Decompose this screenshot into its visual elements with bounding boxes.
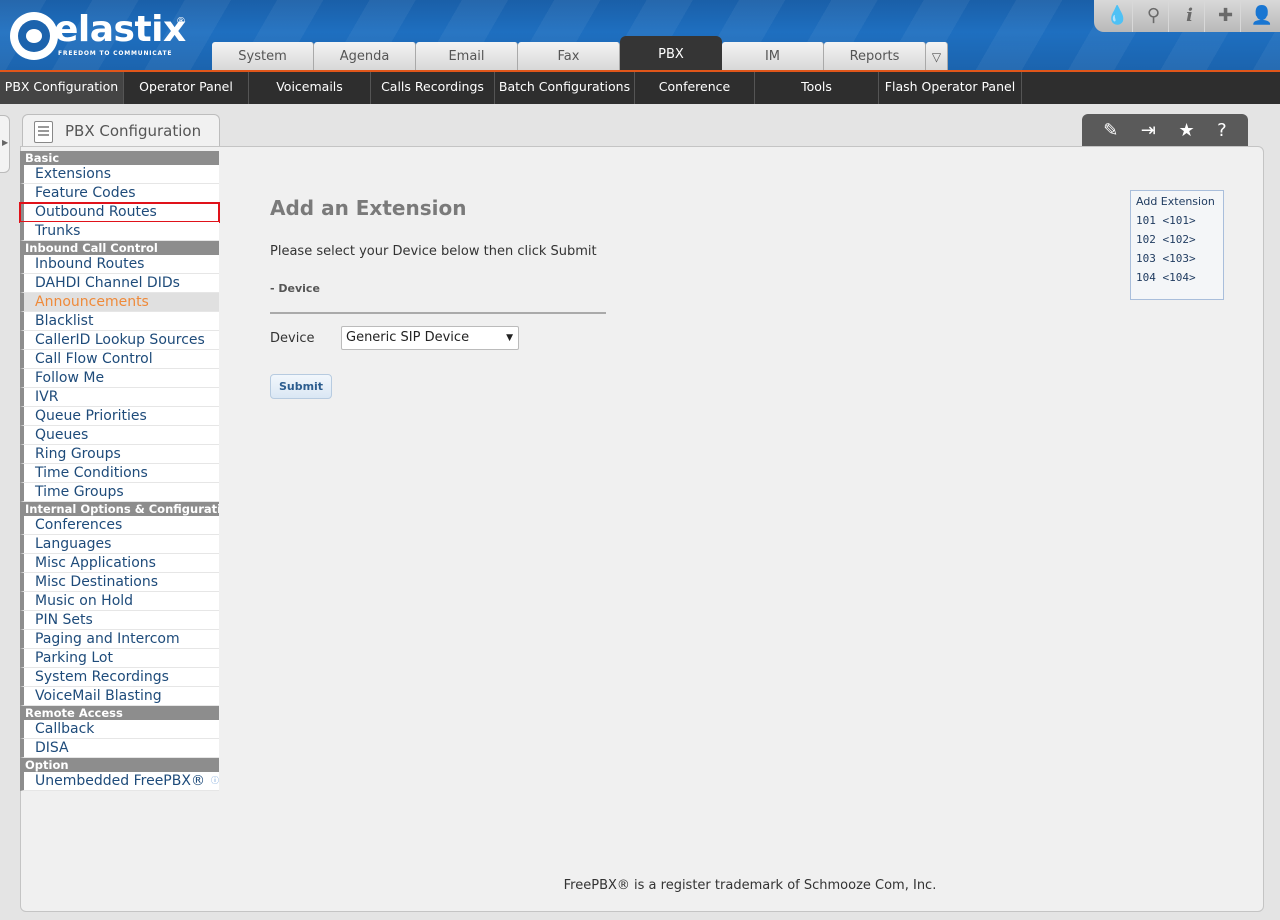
extension-link[interactable]: 102 <102> bbox=[1136, 233, 1218, 246]
sidebar-item-feature-codes[interactable]: Feature Codes bbox=[20, 184, 219, 203]
sub-navigation: PBX Configuration Operator Panel Voicema… bbox=[0, 70, 1280, 104]
subnav-calls-recordings[interactable]: Calls Recordings bbox=[371, 72, 495, 104]
subnav-batch-configurations[interactable]: Batch Configurations bbox=[495, 72, 635, 104]
sidebar-section-basic: Basic bbox=[20, 151, 219, 165]
module-title: PBX Configuration bbox=[65, 122, 202, 140]
sidebar-item-callerid-lookup[interactable]: CallerID Lookup Sources bbox=[20, 331, 219, 350]
tab-reports[interactable]: Reports bbox=[824, 42, 926, 72]
sidebar-item-music-on-hold[interactable]: Music on Hold bbox=[20, 592, 219, 611]
sidebar-section-inbound: Inbound Call Control bbox=[20, 241, 219, 255]
main-tabs: System Agenda Email Fax PBX IM Reports ▽ bbox=[212, 36, 948, 72]
sidebar-item-blacklist[interactable]: Blacklist bbox=[20, 312, 219, 331]
sidebar-item-extensions[interactable]: Extensions bbox=[20, 165, 219, 184]
help-icon[interactable]: ? bbox=[1217, 120, 1227, 141]
device-select-value: Generic SIP Device bbox=[346, 330, 470, 345]
module-tab: PBX Configuration bbox=[22, 114, 220, 148]
sidebar-item-parking-lot[interactable]: Parking Lot bbox=[20, 649, 219, 668]
sidebar-section-remote-access: Remote Access bbox=[20, 706, 219, 720]
puzzle-icon[interactable]: ✚ bbox=[1211, 0, 1241, 32]
tab-agenda[interactable]: Agenda bbox=[314, 42, 416, 72]
sidebar-item-misc-applications[interactable]: Misc Applications bbox=[20, 554, 219, 573]
info-icon: ⓘ bbox=[211, 776, 219, 785]
sidebar-item-announcements[interactable]: Announcements bbox=[20, 293, 219, 312]
sidebar-item-queue-priorities[interactable]: Queue Priorities bbox=[20, 407, 219, 426]
extension-list-box: Add Extension 101 <101> 102 <102> 103 <1… bbox=[1130, 190, 1224, 300]
submit-button[interactable]: Submit bbox=[270, 374, 332, 399]
sidebar-item-pin-sets[interactable]: PIN Sets bbox=[20, 611, 219, 630]
subnav-conference[interactable]: Conference bbox=[635, 72, 755, 104]
logo-word: elastix bbox=[54, 9, 186, 50]
sidebar-item-call-flow-control[interactable]: Call Flow Control bbox=[20, 350, 219, 369]
tab-email[interactable]: Email bbox=[416, 42, 518, 72]
content-area: Add an Extension Please select your Devi… bbox=[270, 196, 870, 399]
info-icon[interactable]: i bbox=[1175, 0, 1205, 32]
sidebar-item-label: Unembedded FreePBX® bbox=[35, 773, 205, 789]
logout-icon[interactable]: ⇥ bbox=[1141, 120, 1156, 141]
extension-link[interactable]: 103 <103> bbox=[1136, 252, 1218, 265]
top-icon-bar: 💧 ⚲ i ✚ 👤 bbox=[1094, 0, 1280, 32]
tab-fax[interactable]: Fax bbox=[518, 42, 620, 72]
logo-badge-icon bbox=[10, 12, 58, 60]
subnav-voicemails[interactable]: Voicemails bbox=[249, 72, 371, 104]
sidebar-item-conferences[interactable]: Conferences bbox=[20, 516, 219, 535]
subnav-flash-operator-panel[interactable]: Flash Operator Panel bbox=[879, 72, 1022, 104]
extension-link[interactable]: 101 <101> bbox=[1136, 214, 1218, 227]
tab-pbx[interactable]: PBX bbox=[620, 36, 722, 72]
sidebar: Basic Extensions Feature Codes Outbound … bbox=[19, 151, 220, 791]
sidebar-item-callback[interactable]: Callback bbox=[20, 720, 219, 739]
sidebar-item-queues[interactable]: Queues bbox=[20, 426, 219, 445]
subnav-operator-panel[interactable]: Operator Panel bbox=[124, 72, 249, 104]
drop-icon[interactable]: 💧 bbox=[1103, 0, 1133, 32]
sidebar-item-dahdi-channel-dids[interactable]: DAHDI Channel DIDs bbox=[20, 274, 219, 293]
tab-im[interactable]: IM bbox=[722, 42, 824, 72]
section-device-label: - Device bbox=[270, 282, 320, 295]
page-subtitle: Please select your Device below then cli… bbox=[270, 244, 597, 259]
logo-slogan: FREEDOM TO COMMUNICATE bbox=[58, 50, 173, 57]
sidebar-item-disa[interactable]: DISA bbox=[20, 739, 219, 758]
logo-reg-mark: ® bbox=[176, 16, 186, 27]
sidebar-section-option: Option bbox=[20, 758, 219, 772]
sidebar-item-outbound-routes[interactable]: Outbound Routes bbox=[19, 202, 220, 223]
extension-link[interactable]: 104 <104> bbox=[1136, 271, 1218, 284]
device-label: Device bbox=[270, 331, 315, 346]
add-extension-link[interactable]: Add Extension bbox=[1136, 195, 1218, 208]
sidebar-item-follow-me[interactable]: Follow Me bbox=[20, 369, 219, 388]
sidebar-item-time-conditions[interactable]: Time Conditions bbox=[20, 464, 219, 483]
header: elastix ® FREEDOM TO COMMUNICATE 💧 ⚲ i ✚… bbox=[0, 0, 1280, 72]
sidebar-item-unembedded-freepbx[interactable]: Unembedded FreePBX® ⓘ bbox=[20, 772, 219, 791]
sidebar-item-voicemail-blasting[interactable]: VoiceMail Blasting bbox=[20, 687, 219, 706]
subnav-tools[interactable]: Tools bbox=[755, 72, 879, 104]
sidebar-item-misc-destinations[interactable]: Misc Destinations bbox=[20, 573, 219, 592]
device-select[interactable]: Generic SIP Device ▼ bbox=[341, 326, 519, 350]
edit-icon[interactable]: ✎ bbox=[1103, 120, 1118, 141]
page-title: Add an Extension bbox=[270, 196, 467, 220]
elastix-logo[interactable]: elastix ® FREEDOM TO COMMUNICATE bbox=[10, 10, 200, 64]
star-icon[interactable]: ★ bbox=[1178, 120, 1194, 141]
chevron-right-icon: ▶ bbox=[2, 138, 9, 147]
user-icon[interactable]: 👤 bbox=[1247, 0, 1277, 32]
sidebar-toggle-handle[interactable]: ▶ bbox=[0, 115, 10, 173]
sidebar-item-paging-intercom[interactable]: Paging and Intercom bbox=[20, 630, 219, 649]
sidebar-item-languages[interactable]: Languages bbox=[20, 535, 219, 554]
module-document-icon bbox=[34, 121, 53, 143]
sidebar-item-ring-groups[interactable]: Ring Groups bbox=[20, 445, 219, 464]
module-actions: ✎ ⇥ ★ ? bbox=[1082, 114, 1248, 146]
sidebar-item-inbound-routes[interactable]: Inbound Routes bbox=[20, 255, 219, 274]
sidebar-item-time-groups[interactable]: Time Groups bbox=[20, 483, 219, 502]
sidebar-section-internal: Internal Options & Configuration bbox=[20, 502, 219, 516]
subnav-pbx-configuration[interactable]: PBX Configuration bbox=[0, 72, 124, 104]
sidebar-item-ivr[interactable]: IVR bbox=[20, 388, 219, 407]
tab-system[interactable]: System bbox=[212, 42, 314, 72]
more-tabs-chevron-icon[interactable]: ▽ bbox=[926, 42, 948, 72]
dropdown-caret-icon: ▼ bbox=[506, 333, 513, 343]
search-icon[interactable]: ⚲ bbox=[1139, 0, 1169, 32]
footer-trademark: FreePBX® is a register trademark of Schm… bbox=[563, 878, 937, 893]
sidebar-item-system-recordings[interactable]: System Recordings bbox=[20, 668, 219, 687]
section-divider bbox=[270, 312, 606, 314]
sidebar-item-trunks[interactable]: Trunks bbox=[20, 222, 219, 241]
